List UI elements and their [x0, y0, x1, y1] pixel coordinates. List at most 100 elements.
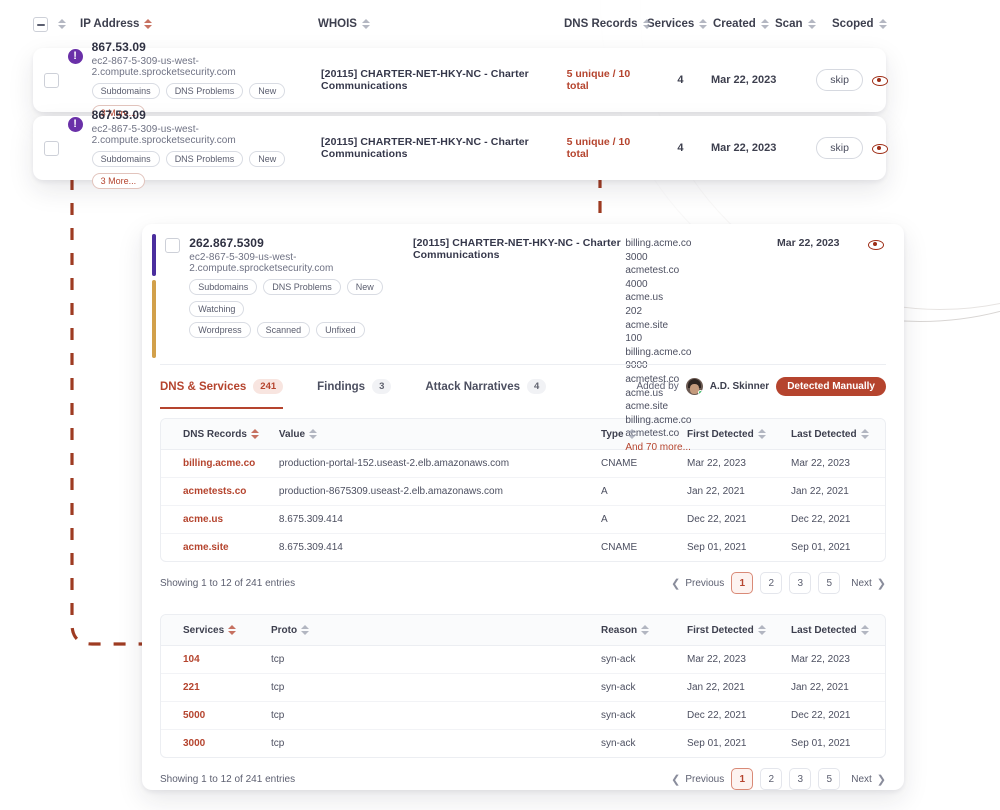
service-port[interactable]: 3000	[161, 730, 261, 758]
tag-more[interactable]: 3 More...	[91, 172, 146, 189]
svc-col-first-detected[interactable]: First Detected	[677, 615, 781, 646]
dns-record-name[interactable]: acmetests.co	[161, 477, 269, 506]
tag-dns-problems[interactable]: DNS Problems	[165, 82, 244, 99]
sort-icon[interactable]	[878, 18, 887, 30]
column-header-scan[interactable]: Scan	[775, 18, 832, 30]
column-label: Services	[647, 18, 695, 30]
svc-col-proto[interactable]: Proto	[261, 615, 591, 646]
tag-scanned[interactable]: Scanned	[256, 322, 311, 338]
table-row[interactable]: acme.site 8.675.309.414 CNAME Sep 01, 20…	[161, 534, 885, 562]
chevron-right-icon: ❯	[876, 577, 886, 590]
tab-attack-narratives[interactable]: Attack Narratives 4	[425, 365, 547, 408]
page-button-5[interactable]: 5	[818, 768, 841, 790]
tag-new[interactable]: New	[249, 150, 286, 167]
dns-record-name[interactable]: acme.us	[161, 505, 269, 534]
page-button-1[interactable]: 1	[731, 572, 754, 594]
dns-domain: billing.acme.co	[625, 346, 692, 358]
previous-page-button[interactable]: ❮ Previous	[671, 773, 724, 786]
table-row[interactable]: 867.53.09 ec2-867-5-309-us-west-2.comput…	[33, 40, 888, 121]
sort-icon[interactable]	[228, 624, 237, 636]
service-port[interactable]: 5000	[161, 701, 261, 730]
detail-hostname: ec2-867-5-309-us-west-2.compute.sprocket…	[189, 252, 334, 274]
column-header-whois[interactable]: WHOIS	[318, 18, 564, 30]
table-row[interactable]: 3000 tcp syn-ack Sep 01, 2021 Sep 01, 20…	[161, 730, 885, 758]
sort-icon[interactable]	[250, 428, 259, 440]
service-port[interactable]: 104	[161, 645, 261, 674]
next-page-button[interactable]: Next ❯	[851, 773, 886, 786]
sort-icon[interactable]	[760, 18, 769, 30]
sort-icon[interactable]	[361, 18, 370, 30]
svc-col-reason[interactable]: Reason	[591, 615, 677, 646]
dns-port: 100	[625, 333, 643, 345]
sort-icon[interactable]	[144, 18, 153, 30]
next-page-button[interactable]: Next ❯	[851, 577, 886, 590]
tag-watching[interactable]: Watching	[189, 301, 245, 317]
tag-list: Subdomains DNS Problems New 3 More...	[91, 150, 321, 189]
tag-subdomains[interactable]: Subdomains	[91, 82, 160, 99]
column-header-created[interactable]: Created	[713, 18, 775, 30]
created-date: Mar 22, 2023	[710, 74, 777, 86]
tag-dns-problems[interactable]: DNS Problems	[263, 279, 341, 295]
sort-icon[interactable]	[309, 428, 318, 440]
sort-icon[interactable]	[860, 428, 869, 440]
table-row[interactable]: 221 tcp syn-ack Jan 22, 2021 Jan 22, 202…	[161, 673, 885, 702]
tag-wordpress[interactable]: Wordpress	[189, 322, 251, 338]
detail-row-checkbox[interactable]	[164, 238, 180, 253]
tag-new[interactable]: New	[249, 82, 286, 99]
sort-icon[interactable]	[757, 624, 766, 636]
page-button-5[interactable]: 5	[818, 572, 841, 594]
services-count: 4	[677, 74, 684, 86]
page-button-1[interactable]: 1	[731, 768, 754, 790]
column-header-ip-address[interactable]: IP Address	[80, 18, 318, 30]
tab-dns-and-services[interactable]: DNS & Services 241	[160, 365, 284, 409]
sort-icon[interactable]	[641, 624, 650, 636]
table-row[interactable]: acmetests.co production-8675309.useast-2…	[161, 477, 885, 506]
page-button-2[interactable]: 2	[760, 768, 783, 790]
tag-new[interactable]: New	[346, 279, 383, 295]
dns-records-summary[interactable]: 5 unique / 10 total	[567, 136, 650, 160]
skip-button[interactable]: skip	[816, 69, 863, 91]
page-button-2[interactable]: 2	[760, 572, 783, 594]
sort-icon[interactable]	[757, 428, 766, 440]
page-button-3[interactable]: 3	[789, 768, 812, 790]
sort-icon[interactable]	[642, 18, 650, 30]
sort-icon[interactable]	[301, 624, 310, 636]
tab-findings[interactable]: Findings 3	[317, 365, 392, 408]
row-checkbox[interactable]	[43, 140, 59, 156]
dns-records-summary[interactable]: 5 unique / 10 total	[567, 68, 650, 92]
tag-unfixed[interactable]: Unfixed	[316, 322, 365, 338]
table-row[interactable]: 867.53.09 ec2-867-5-309-us-west-2.comput…	[33, 108, 888, 189]
eye-icon[interactable]	[868, 237, 885, 251]
column-header-services[interactable]: Services	[647, 18, 713, 30]
sort-icon[interactable]	[627, 428, 636, 440]
column-header-scoped[interactable]: Scoped	[832, 18, 887, 30]
dns-list-more-link[interactable]: And 70 more...	[625, 441, 777, 455]
row-sort-icon[interactable]	[58, 18, 66, 30]
services-table-pagination: Showing 1 to 12 of 241 entries ❮ Previou…	[160, 758, 886, 800]
alert-icon	[67, 48, 83, 64]
service-port[interactable]: 221	[161, 673, 261, 702]
sort-icon[interactable]	[807, 18, 816, 30]
table-row[interactable]: 104 tcp syn-ack Mar 22, 2023 Mar 22, 202…	[161, 645, 885, 674]
previous-page-button[interactable]: ❮ Previous	[671, 577, 724, 590]
eye-icon[interactable]	[872, 141, 888, 155]
tag-subdomains[interactable]: Subdomains	[189, 279, 258, 295]
table-row[interactable]: 5000 tcp syn-ack Dec 22, 2021 Dec 22, 20…	[161, 701, 885, 730]
dns-record-name[interactable]: acme.site	[161, 534, 269, 562]
tab-label: Findings	[317, 380, 366, 393]
column-header-dns-records[interactable]: DNS Records	[564, 18, 650, 30]
skip-button[interactable]: skip	[816, 137, 863, 159]
table-row[interactable]: acme.us 8.675.309.414 A Dec 22, 2021 Dec…	[161, 505, 885, 534]
tag-subdomains[interactable]: Subdomains	[91, 150, 160, 167]
svc-col-services[interactable]: Services	[161, 615, 261, 646]
select-all-checkbox[interactable]	[33, 16, 48, 32]
page-button-3[interactable]: 3	[789, 572, 812, 594]
service-last-detected: Sep 01, 2021	[791, 738, 851, 749]
sort-icon[interactable]	[860, 624, 869, 636]
svc-col-last-detected[interactable]: Last Detected	[781, 615, 885, 646]
row-checkbox[interactable]	[43, 72, 59, 88]
dns-record-last-detected: Jan 22, 2021	[781, 477, 885, 506]
eye-icon[interactable]	[872, 73, 888, 87]
sort-icon[interactable]	[699, 18, 708, 30]
tag-dns-problems[interactable]: DNS Problems	[165, 150, 244, 167]
